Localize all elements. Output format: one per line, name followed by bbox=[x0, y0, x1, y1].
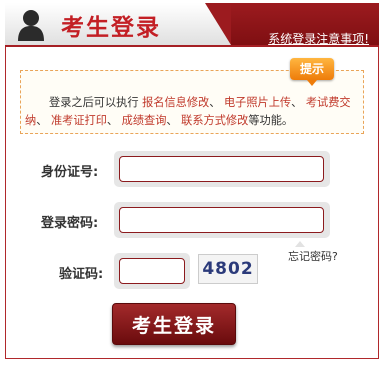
id-number-label: 身份证号: bbox=[41, 165, 99, 180]
password-label: 登录密码: bbox=[41, 216, 99, 231]
notice-link-score-query[interactable]: 成绩查询 bbox=[122, 114, 167, 127]
forgot-pointer bbox=[295, 241, 305, 247]
login-header: 考生登录 系统登录注意事项! bbox=[5, 3, 379, 47]
header-wedge bbox=[205, 3, 231, 45]
login-notice-link[interactable]: 系统登录注意事项! bbox=[268, 30, 369, 47]
captcha-image[interactable]: 4802 bbox=[198, 254, 258, 284]
captcha-input[interactable] bbox=[119, 258, 185, 284]
login-button[interactable]: 考生登录 bbox=[112, 303, 236, 345]
notice-link-info-edit[interactable]: 报名信息修改 bbox=[142, 96, 209, 109]
captcha-label: 验证码: bbox=[59, 267, 104, 282]
password-input[interactable] bbox=[119, 207, 324, 233]
notice-tail: 等功能。 bbox=[248, 114, 294, 127]
notice-link-admission-print[interactable]: 准考证打印 bbox=[51, 114, 107, 127]
notice-link-contact-edit[interactable]: 联系方式修改 bbox=[181, 114, 248, 127]
id-number-input[interactable] bbox=[119, 156, 324, 182]
notice-text: 登录之后可以执行 报名信息修改、 电子照片上传、 考试费交纳、 准考证打印、 成… bbox=[25, 96, 351, 127]
tip-badge: 提示 bbox=[290, 58, 334, 86]
page-title: 考生登录 bbox=[61, 14, 161, 41]
user-icon bbox=[18, 10, 44, 41]
notice-lead: 登录之后可以执行 bbox=[49, 96, 139, 109]
forgot-password-link[interactable]: 忘记密码? bbox=[288, 248, 338, 264]
notice-link-photo-upload[interactable]: 电子照片上传 bbox=[224, 96, 291, 109]
